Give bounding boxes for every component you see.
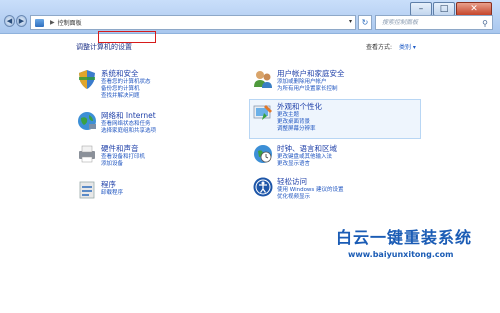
- users-icon: [254, 71, 272, 88]
- search-icon[interactable]: ⚲: [482, 17, 488, 30]
- category-title-network[interactable]: 网络和 Internet: [101, 110, 156, 121]
- address-bar[interactable]: ▶ 控制面板 ▾: [30, 15, 356, 30]
- link-add-device[interactable]: 添加设备: [101, 161, 145, 168]
- red-highlight-box: [98, 31, 156, 43]
- link-change-display-language[interactable]: 更改显示语言: [277, 161, 332, 168]
- watermark-title: 白云一键重装系统: [336, 228, 473, 247]
- breadcrumb-control-panel[interactable]: 控制面板: [58, 18, 82, 27]
- category-title-hardware[interactable]: 硬件和声音: [101, 143, 139, 154]
- clock-globe-icon: [254, 145, 272, 163]
- main-content: 调整计算机的设置 查看方式: 类别 ▾ 系统和安全 查看您的计算机状态 备份您的…: [0, 34, 500, 313]
- link-troubleshoot[interactable]: 查找并解决问题: [101, 93, 151, 100]
- maximize-button[interactable]: □: [433, 2, 455, 16]
- search-placeholder: 搜索控制面板: [382, 19, 419, 26]
- shield-icon: [79, 70, 95, 89]
- link-homegroup-sharing[interactable]: 选择家庭组和共享选项: [101, 128, 156, 135]
- category-title-clock-language[interactable]: 时钟、语言和区域: [277, 143, 337, 154]
- close-button[interactable]: ✕: [456, 2, 492, 16]
- category-title-ease-of-access[interactable]: 轻松访问: [277, 176, 307, 187]
- link-recommended-settings[interactable]: 使用 Windows 建议的设置: [277, 187, 344, 194]
- category-title-user-accounts[interactable]: 用户帐户和家庭安全: [277, 68, 345, 79]
- appearance-icon: [253, 105, 272, 120]
- link-view-network-status[interactable]: 查看网络状态和任务: [101, 121, 156, 128]
- back-icon[interactable]: ◀: [4, 15, 15, 27]
- link-optimize-display[interactable]: 优化视频显示: [277, 194, 344, 201]
- ease-of-access-icon: [253, 177, 273, 197]
- link-change-desktop-background[interactable]: 更改桌面背景: [277, 119, 316, 126]
- programs-icon: [79, 181, 95, 199]
- search-input[interactable]: 搜索控制面板 ⚲: [375, 15, 493, 30]
- chevron-down-icon[interactable]: ▾: [349, 18, 352, 25]
- page-title: 调整计算机的设置: [76, 43, 132, 51]
- link-view-computer-status[interactable]: 查看您的计算机状态: [101, 79, 151, 86]
- printer-icon: [79, 145, 95, 163]
- globe-icon: [78, 112, 96, 130]
- category-title-appearance[interactable]: 外观和个性化: [277, 101, 322, 112]
- link-add-remove-accounts[interactable]: 添加或删除用户帐户: [277, 79, 338, 86]
- view-by-dropdown[interactable]: 类别 ▾: [399, 44, 416, 51]
- watermark-url: www.baiyunxitong.com: [348, 250, 454, 259]
- view-by-label: 查看方式:: [366, 44, 393, 51]
- control-panel-icon: [35, 18, 44, 27]
- forward-icon[interactable]: ▶: [16, 15, 27, 27]
- link-change-keyboard[interactable]: 更改键盘或其他输入法: [277, 154, 332, 161]
- link-change-theme[interactable]: 更改主题: [277, 112, 316, 119]
- minimize-button[interactable]: –: [410, 2, 432, 16]
- chevron-right-icon[interactable]: ▶: [50, 19, 55, 26]
- link-uninstall-program[interactable]: 卸载程序: [101, 190, 123, 197]
- category-title-programs[interactable]: 程序: [101, 179, 116, 190]
- link-adjust-resolution[interactable]: 调整屏幕分辨率: [277, 126, 316, 133]
- refresh-icon[interactable]: ↻: [358, 15, 372, 30]
- view-by: 查看方式: 类别 ▾: [366, 42, 416, 51]
- category-title-system-security[interactable]: 系统和安全: [101, 68, 139, 79]
- navigation-buttons: ◀ ▶: [4, 15, 28, 31]
- link-devices-printers[interactable]: 查看设备和打印机: [101, 154, 145, 161]
- window-controls: – □ ✕: [409, 2, 492, 16]
- link-backup-computer[interactable]: 备份您的计算机: [101, 86, 151, 93]
- link-parental-controls[interactable]: 为所有用户设置家长控制: [277, 86, 338, 93]
- category-hover-highlight: [249, 99, 421, 139]
